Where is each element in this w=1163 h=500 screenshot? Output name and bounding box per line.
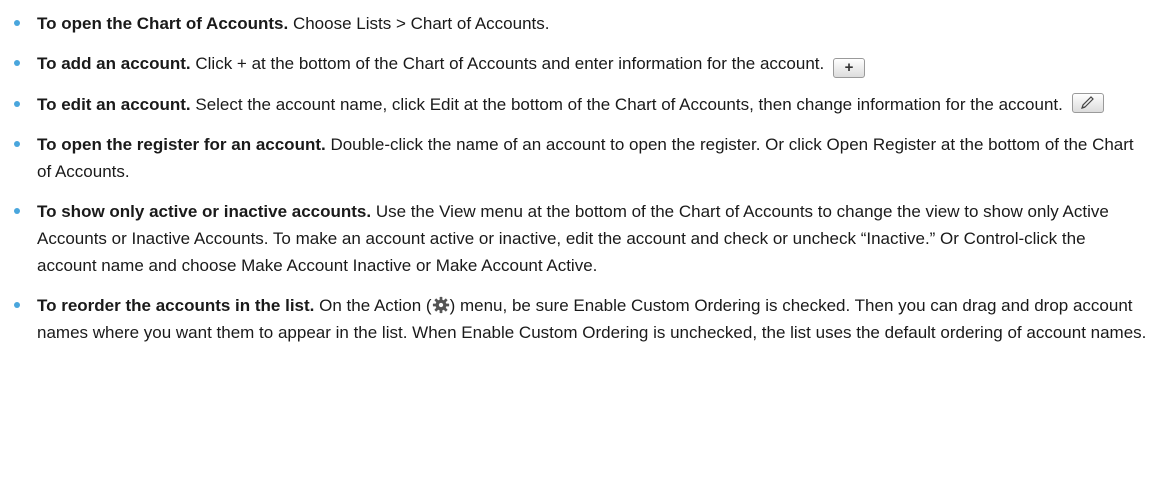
- list-item-open-chart: To open the Chart of Accounts. Choose Li…: [0, 10, 1163, 37]
- item-lead: To show only active or inactive accounts…: [37, 202, 372, 221]
- item-lead: To reorder the accounts in the list.: [37, 296, 315, 315]
- gear-icon: [432, 296, 449, 314]
- item-body: Click + at the bottom of the Chart of Ac…: [190, 54, 825, 73]
- list-item-add-account: To add an account. Click + at the bottom…: [0, 50, 1163, 78]
- bullet: [14, 208, 20, 214]
- item-body: Choose Lists > Chart of Accounts.: [288, 14, 550, 33]
- bullet: [14, 101, 20, 107]
- item-lead: To open the Chart of Accounts.: [37, 14, 289, 33]
- list-item-open-register: To open the register for an account. Dou…: [0, 131, 1163, 185]
- bullet: [14, 20, 20, 26]
- item-lead: To open the register for an account.: [37, 135, 326, 154]
- edit-account-button: [1071, 93, 1104, 113]
- plus-icon: +: [844, 59, 854, 76]
- bullet: [14, 141, 20, 147]
- pencil-icon: [1080, 96, 1094, 109]
- item-body: Select the account name, click Edit at t…: [190, 95, 1063, 114]
- list-item-edit-account: To edit an account. Select the account n…: [0, 91, 1163, 118]
- item-body-before-icon: On the Action (: [314, 296, 432, 315]
- item-lead: To edit an account.: [37, 95, 191, 114]
- list-item-reorder: To reorder the accounts in the list. On …: [0, 292, 1163, 346]
- bullet: [14, 302, 20, 308]
- help-topic-list: To open the Chart of Accounts. Choose Li…: [0, 0, 1163, 346]
- add-account-button: +: [832, 58, 865, 78]
- list-item-active-inactive: To show only active or inactive accounts…: [0, 198, 1163, 279]
- item-lead: To add an account.: [37, 54, 191, 73]
- bullet: [14, 60, 20, 66]
